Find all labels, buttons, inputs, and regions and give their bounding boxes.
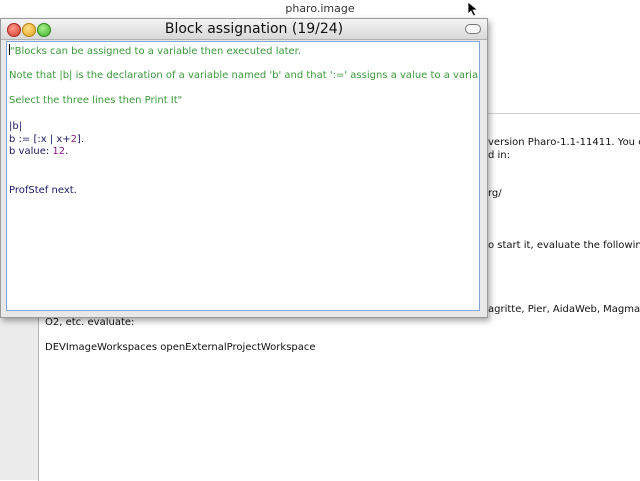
block-assignation-window[interactable]: Block assignation (19/24) "Blocks can be… (0, 18, 488, 318)
code-line-value: b value: 12. (9, 146, 69, 158)
window-title: Block assignation (19/24) (164, 21, 344, 37)
collapse-icon[interactable] (465, 24, 481, 34)
code-line-declaration: |b| (9, 120, 23, 132)
background-text-line: rg/ (488, 188, 502, 199)
comment-line: "Blocks can be assigned to a variable th… (9, 44, 302, 57)
background-text-line: version Pharo-1.1-11411. You c (488, 137, 640, 148)
code-editor[interactable]: "Blocks can be assigned to a variable th… (6, 41, 480, 311)
code-line-assignment: b := [:x | x+2]. (9, 133, 85, 145)
background-top-area (486, 18, 640, 113)
system-title: pharo.image (285, 2, 355, 15)
comment-line: Note that |b| is the declaration of a va… (9, 69, 480, 81)
background-text-line: d in: (488, 150, 511, 161)
maximize-icon[interactable] (37, 23, 51, 37)
minimize-icon[interactable] (22, 23, 36, 37)
background-text-line: o start it, evaluate the following (488, 240, 640, 251)
window-titlebar[interactable]: Block assignation (19/24) (1, 19, 487, 40)
mouse-pointer-icon (467, 1, 479, 17)
comment-line (9, 82, 477, 95)
background-text-line: O2, etc. evaluate: (45, 317, 135, 328)
close-icon[interactable] (7, 23, 21, 37)
comment-line: Select the three lines then Print It" (9, 95, 183, 107)
comment-line (9, 57, 477, 70)
background-text-line: agritte, Pier, AidaWeb, Magma, M (488, 304, 640, 315)
background-text-line: DEVImageWorkspaces openExternalProjectWo… (45, 342, 316, 353)
code-line-next: ProfStef next. (9, 184, 77, 196)
